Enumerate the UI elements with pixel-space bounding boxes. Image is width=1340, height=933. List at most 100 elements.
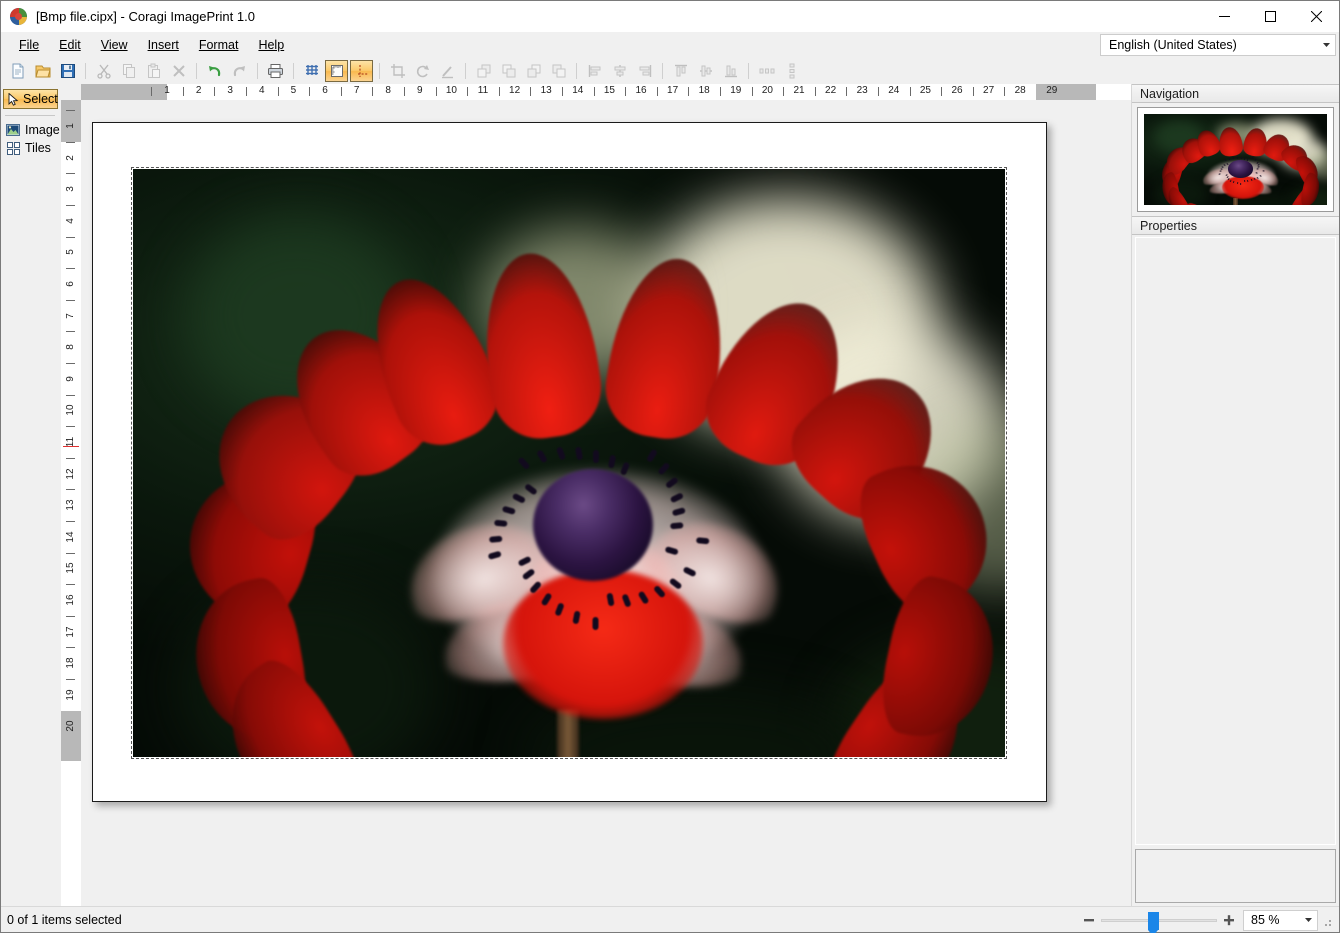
- selection-status-text: 0 of 1 items selected: [7, 913, 122, 927]
- ruler-tick: [973, 87, 974, 96]
- document-page[interactable]: [92, 122, 1047, 802]
- zoom-level-combobox[interactable]: 85 %: [1243, 910, 1318, 931]
- undo-button[interactable]: [203, 60, 226, 82]
- ruler-tick: [910, 87, 911, 96]
- ruler-tick: [66, 363, 75, 364]
- close-button[interactable]: [1293, 1, 1339, 32]
- ruler-label: 12: [64, 460, 78, 488]
- zoom-controls: 85 %: [1079, 907, 1335, 933]
- main-area: Select Image Tiles 123456789101112131415: [1, 84, 1339, 906]
- window-controls: [1201, 1, 1339, 32]
- ruler-label: 11: [473, 85, 493, 96]
- zoom-slider-thumb[interactable]: [1148, 912, 1159, 930]
- window-title: [Bmp file.cipx] - Coragi ImagePrint 1.0: [36, 9, 255, 24]
- open-document-button[interactable]: [31, 60, 54, 82]
- ruler-label: 2: [189, 85, 209, 96]
- flower-stamen: [696, 537, 709, 544]
- ruler-guide-marker[interactable]: [63, 446, 79, 447]
- ruler-tick: [66, 616, 75, 617]
- status-bar: 0 of 1 items selected 85 %: [1, 906, 1339, 932]
- menu-insert[interactable]: Insert: [138, 35, 189, 55]
- ruler-label: 14: [568, 85, 588, 96]
- ruler-label: 20: [757, 85, 777, 96]
- menu-help-label: Help: [258, 38, 284, 52]
- new-document-button[interactable]: [6, 60, 29, 82]
- zoom-in-button[interactable]: [1219, 910, 1239, 930]
- flower-center-disc: [533, 469, 653, 581]
- maximize-button[interactable]: [1247, 1, 1293, 32]
- minimize-button[interactable]: [1201, 1, 1247, 32]
- properties-content: [1135, 237, 1336, 845]
- navigation-thumbnail-image: [1144, 114, 1327, 205]
- horizontal-ruler[interactable]: 1234567891011121314151617181920212223242…: [81, 84, 1131, 100]
- toolbar-separator: [662, 63, 663, 79]
- ruler-tick: [1004, 87, 1005, 96]
- tool-item-image-label: Image: [25, 123, 60, 137]
- flower-stamen: [670, 522, 683, 529]
- ruler-tick: [467, 87, 468, 96]
- tool-select-button[interactable]: Select: [3, 89, 58, 109]
- eyedropper-button: [436, 60, 459, 82]
- flower-stamen: [1237, 157, 1238, 159]
- ruler-corner: [61, 84, 81, 100]
- canvas-scroll-area[interactable]: [81, 100, 1131, 906]
- ruler-tick: [66, 521, 75, 522]
- ruler-tick: [878, 87, 879, 96]
- menu-format[interactable]: Format: [189, 35, 249, 55]
- redo-button: [228, 60, 251, 82]
- ruler-label: 2: [64, 144, 78, 172]
- chevron-down-icon: [1318, 35, 1335, 55]
- vertical-ruler[interactable]: 1234567891011121314151617181920: [61, 100, 81, 906]
- show-rulers-button[interactable]: [325, 60, 348, 82]
- show-guides-button[interactable]: [350, 60, 373, 82]
- toolbar-separator: [85, 63, 86, 79]
- ruler-tick: [499, 87, 500, 96]
- ruler-tick: [530, 87, 531, 96]
- toolbar-separator: [379, 63, 380, 79]
- resize-grip[interactable]: [1321, 910, 1335, 930]
- menu-bar: File Edit View Insert Format Help Englis…: [1, 32, 1339, 58]
- align-left-button: [583, 60, 606, 82]
- toolbar-separator: [465, 63, 466, 79]
- ruler-label: 6: [315, 85, 335, 96]
- ruler-tick: [372, 87, 373, 96]
- tool-item-tiles[interactable]: Tiles: [1, 139, 61, 157]
- tool-item-image[interactable]: Image: [1, 121, 61, 139]
- ruler-label: 16: [631, 85, 651, 96]
- ruler-label: 10: [64, 396, 78, 424]
- ruler-label: 15: [64, 554, 78, 582]
- menu-view[interactable]: View: [91, 35, 138, 55]
- print-button[interactable]: [264, 60, 287, 82]
- menu-view-label: View: [101, 38, 128, 52]
- ruler-label: 11: [64, 428, 78, 456]
- ruler-label: 1: [64, 112, 78, 140]
- flower-photo[interactable]: [133, 169, 1005, 757]
- ruler-tick: [594, 87, 595, 96]
- show-grid-button[interactable]: [300, 60, 323, 82]
- ruler-tick: [625, 87, 626, 96]
- zoom-out-button[interactable]: [1079, 910, 1099, 930]
- align-top-button: [669, 60, 692, 82]
- chevron-down-icon[interactable]: [1300, 912, 1316, 929]
- properties-secondary-pane[interactable]: [1135, 849, 1336, 903]
- flower-stamen: [1226, 176, 1228, 178]
- zoom-slider[interactable]: [1101, 910, 1217, 930]
- menu-edit[interactable]: Edit: [49, 35, 91, 55]
- ruler-label: 28: [1010, 85, 1030, 96]
- navigation-thumbnail[interactable]: [1137, 107, 1334, 212]
- language-select[interactable]: English (United States): [1100, 34, 1336, 56]
- ruler-label: 7: [347, 85, 367, 96]
- ruler-label: 27: [979, 85, 999, 96]
- menu-insert-label: Insert: [148, 38, 179, 52]
- save-document-button[interactable]: [56, 60, 79, 82]
- tool-panel-divider: [5, 115, 55, 116]
- menu-help[interactable]: Help: [248, 35, 294, 55]
- ruler-label: 8: [64, 333, 78, 361]
- flower-photo-frame[interactable]: [133, 169, 1005, 757]
- work-area: 1234567891011121314151617181920212223242…: [61, 84, 1131, 906]
- ruler-label: 13: [536, 85, 556, 96]
- properties-panel-body[interactable]: [1132, 235, 1339, 845]
- ruler-tick: [309, 87, 310, 96]
- menu-file[interactable]: File: [9, 35, 49, 55]
- ruler-label: 4: [252, 85, 272, 96]
